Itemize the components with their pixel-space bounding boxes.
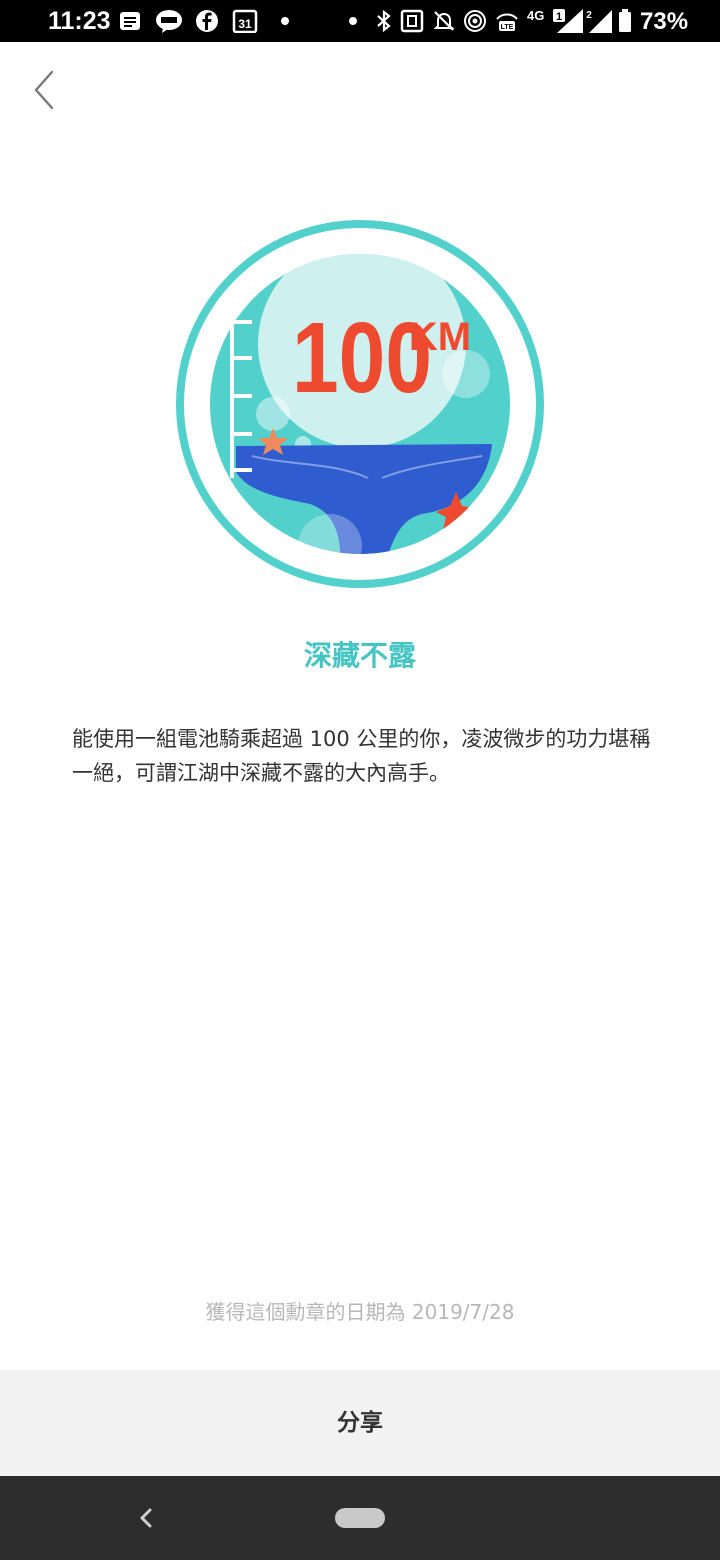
badge-medal-100km: 100 KM — [176, 220, 544, 588]
status-bar: 11:23 31 LTE 4G 1 2 73% — [0, 0, 720, 42]
bell-off-icon — [433, 11, 455, 31]
nav-back-icon[interactable] — [130, 1498, 164, 1538]
battery-icon — [619, 9, 631, 32]
badge-distance-unit: KM — [409, 315, 471, 359]
signal-sim1-icon: 1 — [553, 9, 583, 33]
line-app-icon — [156, 10, 182, 33]
badge-title: 深藏不露 — [303, 639, 416, 672]
calendar-icon: 31 — [232, 9, 258, 33]
message-icon — [120, 12, 140, 30]
earned-date: 獲得這個勳章的日期為 2019/7/28 — [205, 1300, 515, 1324]
svg-text:2: 2 — [586, 10, 592, 21]
status-time: 11:23 — [48, 7, 111, 35]
nav-home-pill[interactable] — [335, 1508, 385, 1528]
signal-sim2-icon: 2 — [586, 10, 612, 33]
back-button[interactable] — [28, 68, 68, 112]
badge-description: 能使用一組電池騎乘超過 100 公里的你，凌波微步的功力堪稱一絕，可謂江湖中深藏… — [72, 727, 651, 785]
notification-dot-icon — [349, 17, 357, 25]
notification-dot-icon — [281, 17, 289, 25]
svg-text:LTE: LTE — [501, 24, 514, 31]
navigation-bar — [0, 1476, 720, 1560]
share-button[interactable]: 分享 — [0, 1370, 720, 1476]
hotspot-icon — [464, 10, 486, 32]
bluetooth-icon — [377, 9, 391, 33]
network-type: 4G — [527, 8, 545, 23]
svg-text:1: 1 — [556, 11, 562, 23]
facebook-icon — [196, 10, 218, 32]
svg-text:31: 31 — [238, 17, 252, 31]
nfc-icon — [400, 9, 424, 33]
battery-percent: 73% — [640, 8, 689, 35]
volte-icon: LTE — [496, 13, 518, 31]
